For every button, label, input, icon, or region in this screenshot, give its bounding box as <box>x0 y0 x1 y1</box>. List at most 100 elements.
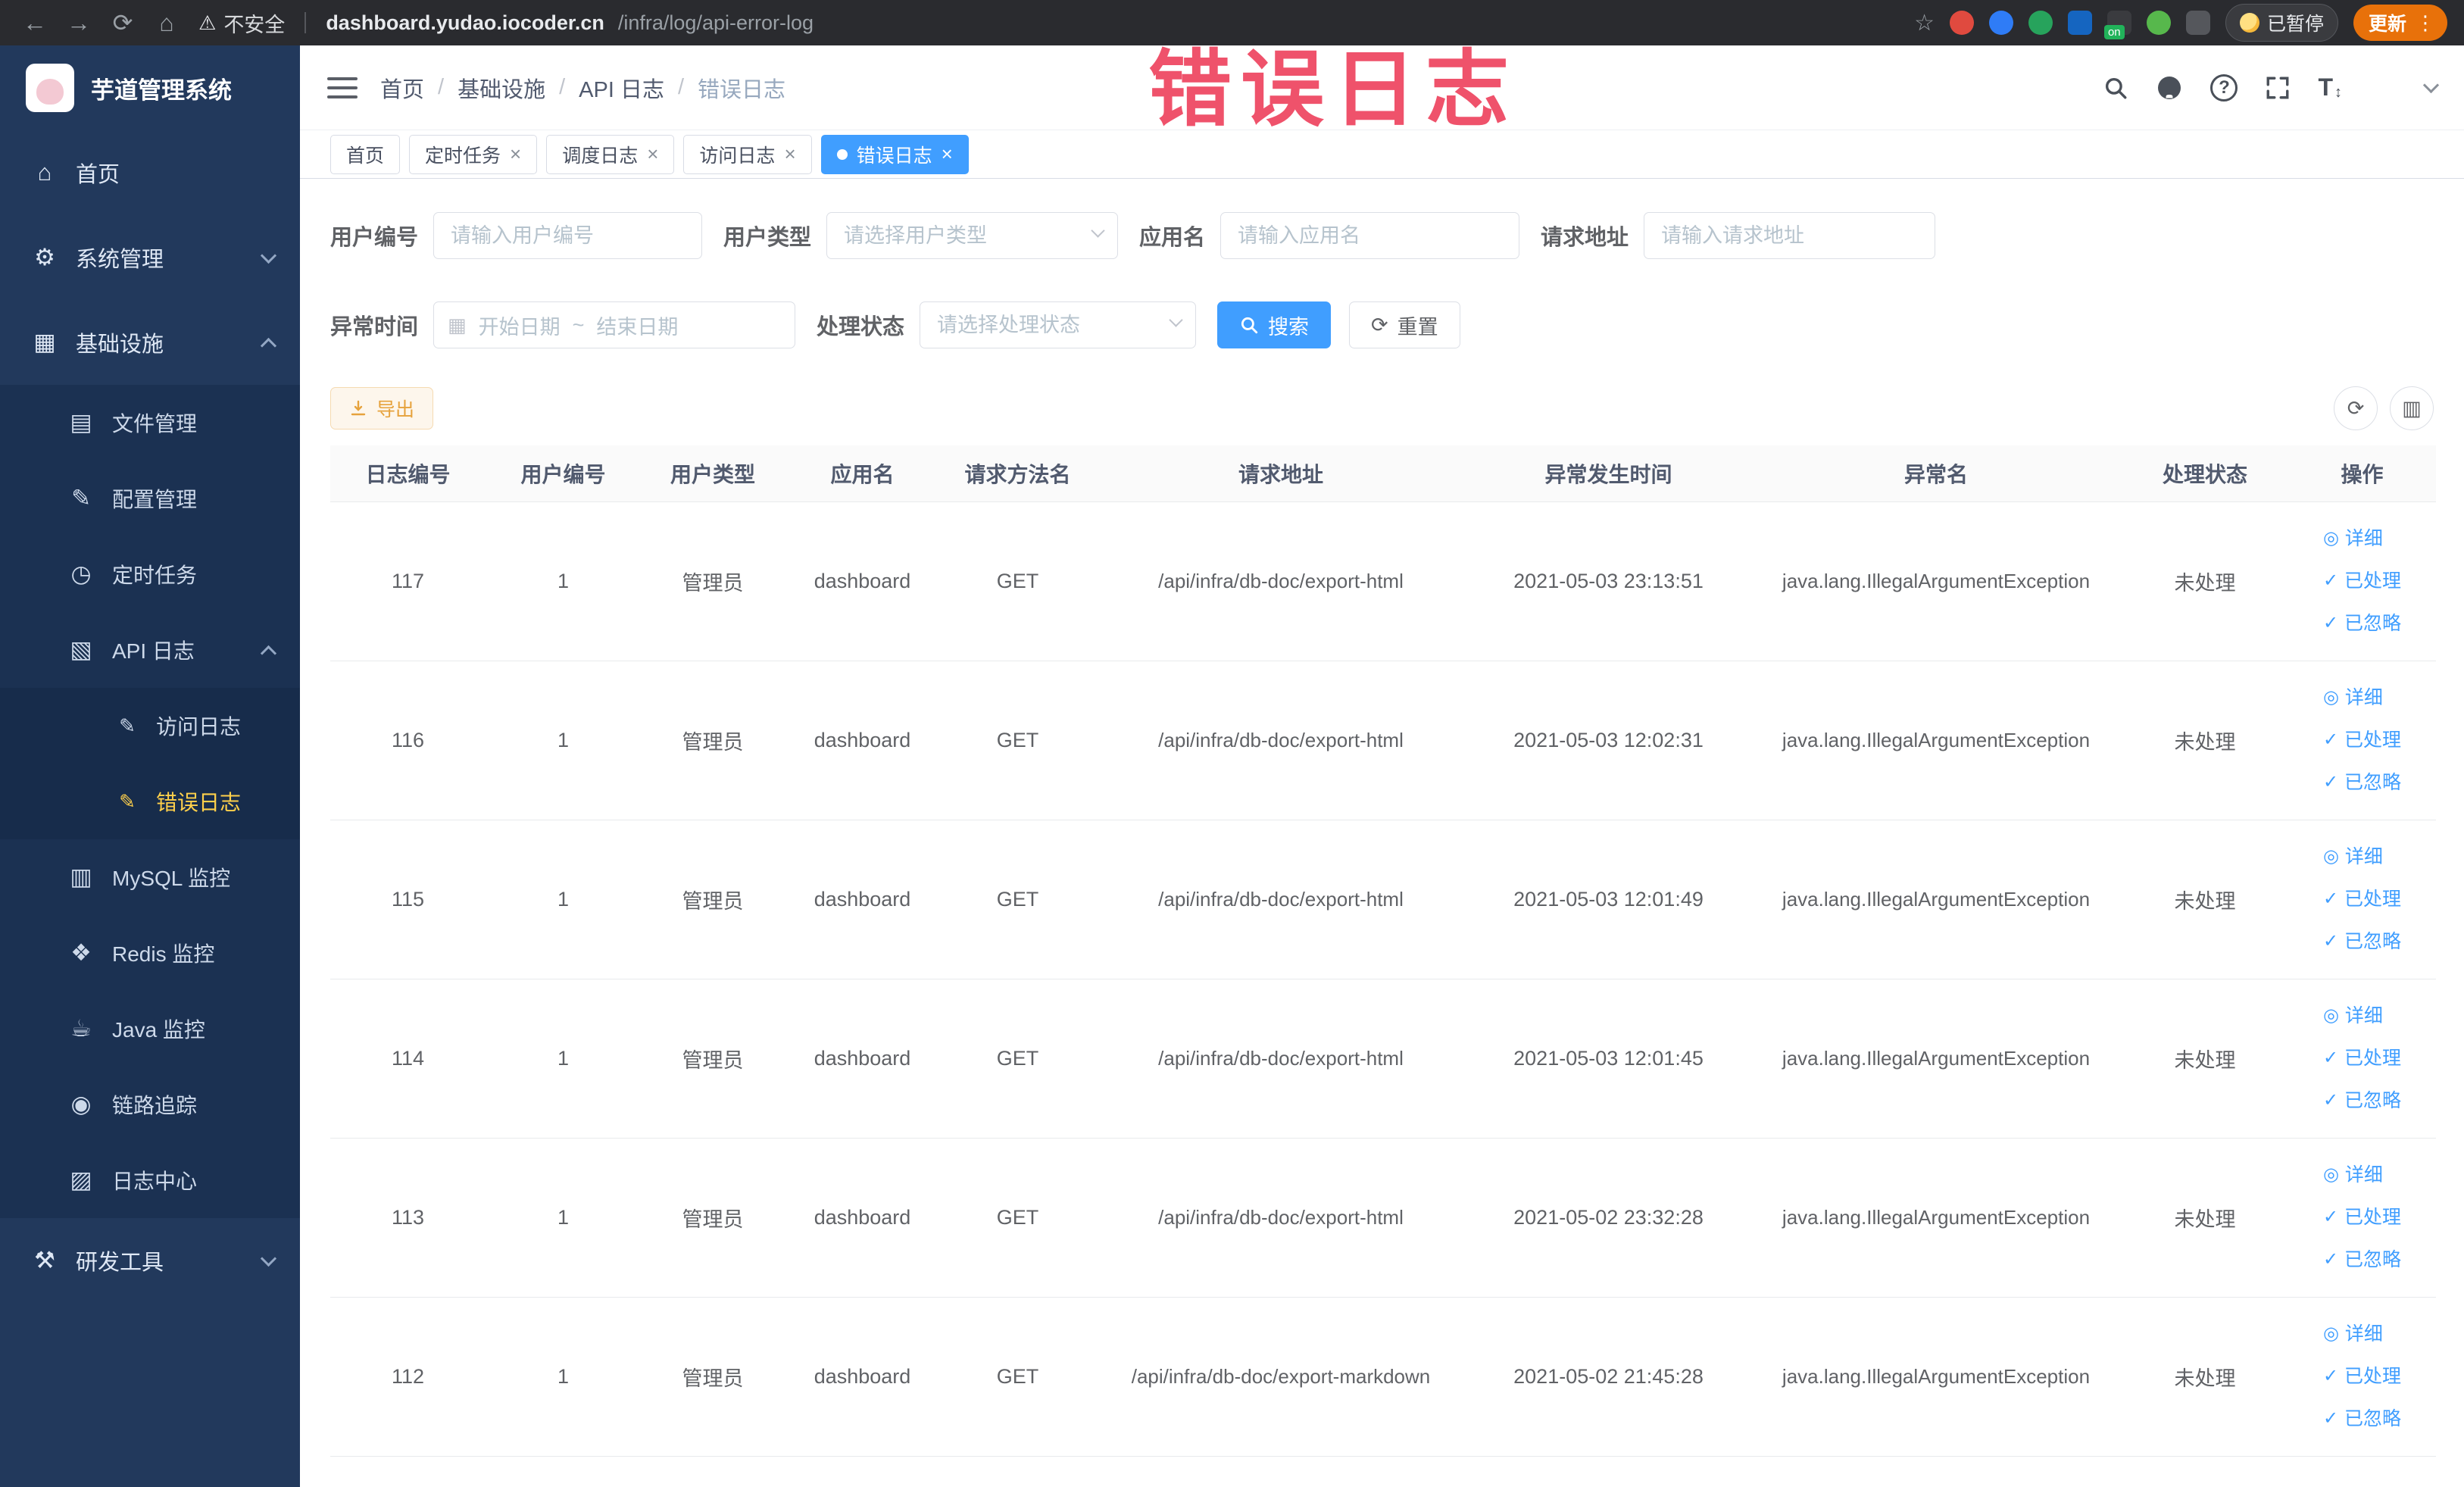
table-toolbar: 导出 ⟳ ▥ <box>330 386 2434 430</box>
user-menu[interactable] <box>2369 64 2440 111</box>
search-button[interactable]: 搜索 <box>1217 301 1332 348</box>
cell-status: 未处理 <box>2122 1138 2288 1298</box>
sidebar-item-label: Java 监控 <box>112 1018 205 1042</box>
close-icon[interactable]: × <box>942 142 953 166</box>
tab-cron-job[interactable]: 定时任务 × <box>409 134 538 174</box>
sidebar-item-label: MySQL 监控 <box>112 867 231 890</box>
browser-update-button[interactable]: 更新 ⋮ <box>2353 5 2447 41</box>
tab-error-log[interactable]: 错误日志 × <box>820 134 969 174</box>
mark-ignored-link[interactable]: ✓ 已忽略 <box>2323 761 2401 804</box>
refresh-button[interactable]: ⟳ <box>2334 386 2378 430</box>
mark-ignored-link[interactable]: ✓ 已忽略 <box>2323 1239 2401 1281</box>
process-status-select-input[interactable] <box>920 301 1197 348</box>
sidebar-item-label: 配置管理 <box>112 488 198 511</box>
forward-icon[interactable]: → <box>61 9 97 37</box>
detail-link[interactable]: ◎ 详细 <box>2323 517 2383 560</box>
emoji-face-icon <box>2239 13 2259 33</box>
user-type-select[interactable] <box>826 212 1119 259</box>
extension-icon-green[interactable] <box>2028 11 2053 35</box>
sidebar-item-mysql-monitor[interactable]: ▥ MySQL 监控 <box>0 839 300 915</box>
home-icon[interactable]: ⌂ <box>148 9 185 37</box>
date-range-picker[interactable]: ▦ 开始日期 ~ 结束日期 <box>433 301 796 348</box>
cell-status: 未处理 <box>2122 1297 2288 1457</box>
detail-link[interactable]: ◎ 详细 <box>2323 1154 2383 1196</box>
columns-toggle-button[interactable]: ▥ <box>2390 386 2434 430</box>
mark-ignored-link[interactable]: ✓ 已忽略 <box>2323 602 2401 645</box>
sidebar-item-file-manage[interactable]: ▤ 文件管理 <box>0 385 300 461</box>
extension-icon-blue[interactable] <box>1988 11 2013 35</box>
extension-icon-leaf[interactable] <box>2146 11 2171 35</box>
col-log-id: 日志编号 <box>330 445 486 502</box>
sidebar-item-home[interactable]: ⌂ 首页 <box>0 130 300 215</box>
cell-app-name: dashboard <box>785 1138 940 1298</box>
app-name-input[interactable] <box>1220 212 1520 259</box>
export-button[interactable]: 导出 <box>330 387 434 430</box>
mark-processed-link[interactable]: ✓ 已处理 <box>2323 560 2401 602</box>
mark-processed-link[interactable]: ✓ 已处理 <box>2323 1037 2401 1079</box>
cell-app-name: dashboard <box>785 1297 940 1457</box>
search-icon[interactable] <box>2103 75 2128 101</box>
detail-link[interactable]: ◎ 详细 <box>2323 995 2383 1037</box>
fullscreen-icon[interactable] <box>2265 75 2291 101</box>
cell-status: 未处理 <box>2122 501 2288 661</box>
sidebar-item-devtools[interactable]: ⚒ 研发工具 <box>0 1218 300 1303</box>
tab-home[interactable]: 首页 <box>330 134 401 174</box>
tab-schedule-log[interactable]: 调度日志 × <box>546 134 675 174</box>
user-id-input[interactable] <box>433 212 703 259</box>
help-icon[interactable]: ? <box>2210 73 2238 102</box>
log-center-icon: ▨ <box>70 1167 92 1193</box>
tags-view-bar: 首页 定时任务 × 调度日志 × 访问日志 × 错误日志 × <box>300 130 2464 179</box>
breadcrumb-home[interactable]: 首页 <box>380 72 424 104</box>
sidebar-item-access-log[interactable]: ✎ 访问日志 <box>0 688 300 764</box>
sidebar-item-redis-monitor[interactable]: ❖ Redis 监控 <box>0 915 300 991</box>
sidebar-item-log-center[interactable]: ▨ 日志中心 <box>0 1142 300 1218</box>
mark-processed-link[interactable]: ✓ 已处理 <box>2323 878 2401 920</box>
sidebar-item-error-log[interactable]: ✎ 错误日志 <box>0 764 300 839</box>
mark-ignored-link[interactable]: ✓ 已忽略 <box>2323 920 2401 963</box>
sidebar-item-java-monitor[interactable]: ☕ Java 监控 <box>0 991 300 1067</box>
detail-link[interactable]: ◎ 详细 <box>2323 836 2383 878</box>
extension-icon-grid[interactable] <box>2067 11 2092 35</box>
mark-processed-link[interactable]: ✓ 已处理 <box>2323 719 2401 761</box>
sidebar-item-cron-job[interactable]: ◷ 定时任务 <box>0 536 300 612</box>
detail-link[interactable]: ◎ 详细 <box>2323 1313 2383 1355</box>
puzzle-icon[interactable] <box>2185 11 2210 35</box>
back-icon[interactable]: ← <box>17 9 53 37</box>
mark-ignored-link[interactable]: ✓ 已忽略 <box>2323 1398 2401 1440</box>
extension-icon-dark[interactable]: on <box>2103 11 2131 39</box>
home-icon: ⌂ <box>37 159 52 186</box>
app-logo[interactable]: 芋道管理系统 <box>0 45 300 130</box>
process-status-select[interactable] <box>920 301 1197 348</box>
github-icon[interactable] <box>2156 74 2183 102</box>
sidebar-item-config-manage[interactable]: ✎ 配置管理 <box>0 461 300 536</box>
extension-icon-red[interactable] <box>1949 11 1974 35</box>
bookmark-star-icon[interactable]: ☆ <box>1914 10 1935 36</box>
cell-method: GET <box>940 661 1095 820</box>
security-indicator[interactable]: ⚠ 不安全 <box>198 8 285 38</box>
mark-processed-link[interactable]: ✓ 已处理 <box>2323 1196 2401 1239</box>
font-size-icon[interactable]: T ↕ <box>2318 73 2342 102</box>
sidebar-item-api-log[interactable]: ▧ API 日志 <box>0 612 300 688</box>
tab-access-log[interactable]: 访问日志 × <box>683 134 812 174</box>
close-icon[interactable]: × <box>784 142 795 166</box>
profile-paused-chip[interactable]: 已暂停 <box>2225 4 2338 42</box>
cell-exception-time: 2021-05-03 23:13:51 <box>1466 501 1750 661</box>
sidebar-item-infra[interactable]: ▦ 基础设施 <box>0 300 300 385</box>
request-url-input[interactable] <box>1644 212 1936 259</box>
close-icon[interactable]: × <box>510 142 521 166</box>
reload-icon[interactable]: ⟳ <box>105 8 141 37</box>
close-icon[interactable]: × <box>647 142 658 166</box>
mark-ignored-link[interactable]: ✓ 已忽略 <box>2323 1079 2401 1122</box>
address-bar[interactable]: ⚠ 不安全 dashboard.yudao.iocoder.cn /infra/… <box>198 8 1907 38</box>
mark-processed-link[interactable]: ✓ 已处理 <box>2323 1355 2401 1398</box>
sidebar-item-trace[interactable]: ◉ 链路追踪 <box>0 1067 300 1142</box>
paused-label: 已暂停 <box>2266 14 2324 35</box>
check-icon: ✓ <box>2322 772 2339 792</box>
detail-link[interactable]: ◎ 详细 <box>2323 676 2383 719</box>
screen: ← → ⟳ ⌂ ⚠ 不安全 dashboard.yudao.iocoder.cn… <box>0 0 2464 1487</box>
field-label: 处理状态 <box>817 315 905 339</box>
sidebar-toggle-icon[interactable] <box>327 77 358 98</box>
user-type-select-input[interactable] <box>826 212 1119 259</box>
reset-button[interactable]: ⟳ 重置 <box>1349 301 1460 348</box>
sidebar-item-system[interactable]: ⚙ 系统管理 <box>0 215 300 300</box>
